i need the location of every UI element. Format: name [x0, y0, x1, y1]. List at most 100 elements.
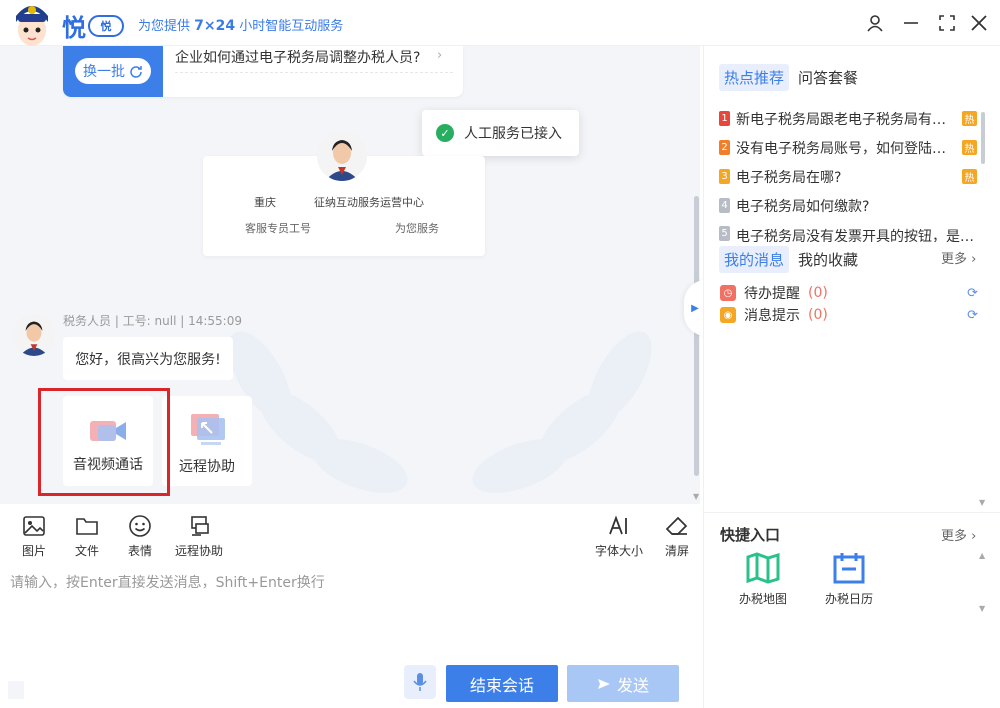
message-notice-row[interactable]: ◉ 消息提示 (0) ⟳: [720, 305, 978, 325]
mascot-avatar-icon: [14, 0, 50, 46]
rank-badge: 4: [719, 198, 730, 213]
folder-icon: [76, 518, 98, 535]
hot-tabs: 热点推荐 问答套餐: [719, 64, 863, 91]
swap-batch-label: 换一批: [83, 64, 125, 80]
right-panel: 热点推荐 问答套餐 1 新电子税务局跟老电子税务局有什么区别? 热 2 没有电子…: [703, 46, 1000, 708]
input-toolbar: 图片 文件 表情 远程协助 字体大小 清屏: [0, 504, 700, 568]
faq-divider: [175, 72, 453, 73]
hot-tag: 热: [962, 140, 977, 155]
agent-serving: 为您服务: [395, 222, 439, 235]
end-session-button[interactable]: 结束会话: [446, 665, 558, 702]
refresh-icon[interactable]: ⟳: [967, 308, 978, 323]
refresh-icon[interactable]: ⟳: [967, 286, 978, 301]
scroll-up-icon[interactable]: ▲: [979, 551, 985, 560]
message-input-area: 结束会话 发送: [0, 568, 700, 708]
tab-my-messages[interactable]: 我的消息: [719, 246, 790, 273]
file-button[interactable]: 文件: [75, 514, 99, 559]
chevron-right-icon[interactable]: ›: [437, 48, 442, 63]
todo-reminder-row[interactable]: ◷ 待办提醒 (0) ⟳: [720, 283, 978, 303]
rank-badge: 2: [719, 140, 730, 155]
toast-text: 人工服务已接入: [464, 126, 562, 142]
voice-input-button[interactable]: [404, 665, 436, 699]
image-button-label: 图片: [22, 544, 47, 558]
minimize-icon[interactable]: [898, 10, 924, 36]
quick-more-link[interactable]: 更多 ›: [941, 525, 976, 544]
hot-item-text: 电子税务局没有发票开具的按钮，是什么原因?: [736, 229, 977, 242]
brand-char: 悦: [62, 14, 86, 42]
scroll-down-icon[interactable]: ▼: [979, 498, 985, 507]
emoji-button[interactable]: 表情: [128, 514, 152, 559]
send-icon: [597, 678, 610, 689]
hot-item-text: 新电子税务局跟老电子税务局有什么区别?: [736, 111, 956, 128]
tagline: 为您提供 7×24 小时智能互动服务: [138, 15, 343, 34]
tax-map-shortcut[interactable]: 办税地图: [728, 552, 798, 607]
tab-hot-recommend[interactable]: 热点推荐: [719, 64, 790, 91]
remote-assist-button[interactable]: 远程协助: [175, 514, 223, 559]
faq-card: 换一批 企业如何通过电子税务局调整办税人员? ›: [63, 46, 463, 97]
font-size-label: 字体大小: [595, 544, 644, 558]
map-icon: [746, 552, 780, 584]
todo-label: 待办提醒: [744, 286, 800, 302]
microphone-icon: [413, 673, 427, 691]
hot-item[interactable]: 5 电子税务局没有发票开具的按钮，是什么原因?: [719, 220, 977, 242]
clear-screen-button[interactable]: 清屏: [664, 514, 690, 559]
agent-id-label: 客服专员工号: [245, 222, 311, 235]
hot-item[interactable]: 2 没有电子税务局账号，如何登陆新电子税务局? 热: [719, 133, 977, 162]
highlight-box: [38, 388, 170, 496]
remote-screen-icon: [191, 414, 225, 445]
tax-map-label: 办税地图: [738, 592, 787, 606]
maximize-icon[interactable]: [934, 10, 960, 36]
hot-item[interactable]: 3 电子税务局在哪? 热: [719, 162, 977, 191]
message-tabs: 我的消息 我的收藏: [719, 246, 863, 273]
notice-label: 消息提示: [744, 308, 800, 324]
close-icon[interactable]: [966, 10, 992, 36]
rank-badge: 5: [719, 226, 730, 241]
swap-batch-button[interactable]: 换一批: [75, 58, 151, 84]
chat-area: 换一批 企业如何通过电子税务局调整办税人员? › ✓ 人工服务已接入 重庆 征纳…: [0, 46, 700, 504]
hot-item-text: 电子税务局在哪?: [736, 169, 842, 186]
brand-logo: 悦 悦: [62, 8, 124, 43]
quick-more-label: 更多: [941, 529, 968, 544]
check-circle-icon: ✓: [436, 124, 454, 142]
remote-assist-tile[interactable]: 远程协助: [162, 396, 252, 486]
font-size-icon: [609, 515, 627, 535]
remote-assist-label: 远程协助: [179, 459, 235, 475]
tax-calendar-shortcut[interactable]: 办税日历: [814, 552, 884, 607]
image-icon: [23, 516, 45, 536]
message-input[interactable]: [10, 572, 690, 652]
hot-tag: 热: [962, 169, 977, 184]
rank-badge: 3: [719, 169, 730, 184]
bulb-icon: ◉: [720, 307, 736, 323]
agent-city: 重庆: [254, 196, 276, 209]
hot-item[interactable]: 4 电子税务局如何缴款?: [719, 191, 977, 220]
title-bar: 悦 悦 为您提供 7×24 小时智能互动服务: [0, 0, 1000, 46]
hot-item-text: 电子税务局如何缴款?: [736, 198, 870, 215]
refresh-icon: [130, 66, 142, 78]
tab-my-favorites[interactable]: 我的收藏: [793, 246, 863, 273]
todo-count: (0): [808, 285, 828, 301]
message-bubble: 您好，很高兴为您服务!: [63, 337, 233, 380]
notice-count: (0): [808, 307, 828, 323]
image-button[interactable]: 图片: [22, 514, 46, 559]
send-button[interactable]: 发送: [567, 665, 679, 702]
chat-scrollbar[interactable]: [694, 196, 699, 476]
clock-icon: ◷: [720, 285, 736, 301]
font-size-button[interactable]: 字体大小: [595, 514, 643, 559]
scroll-down-icon[interactable]: ▼: [693, 492, 699, 501]
agent-center: 征纳互动服务运营中心: [314, 196, 424, 209]
messages-more-link[interactable]: 更多 ›: [941, 248, 976, 267]
remote-assist-button-label: 远程协助: [175, 544, 224, 558]
tab-qa-package[interactable]: 问答套餐: [793, 64, 863, 91]
user-icon[interactable]: [862, 10, 888, 36]
calendar-icon: [833, 553, 865, 584]
send-label: 发送: [616, 675, 649, 695]
scroll-down-icon[interactable]: ▼: [979, 604, 985, 613]
more-label: 更多: [941, 252, 968, 267]
tax-calendar-label: 办税日历: [824, 592, 873, 606]
hot-list-scrollbar[interactable]: [981, 112, 985, 164]
hot-item[interactable]: 1 新电子税务局跟老电子税务局有什么区别? 热: [719, 104, 977, 133]
quick-entry-title: 快捷入口: [720, 526, 781, 544]
triangle-right-icon: ▶: [691, 302, 699, 314]
brand-badge: 悦: [88, 14, 124, 37]
faq-question[interactable]: 企业如何通过电子税务局调整办税人员?: [175, 48, 455, 68]
